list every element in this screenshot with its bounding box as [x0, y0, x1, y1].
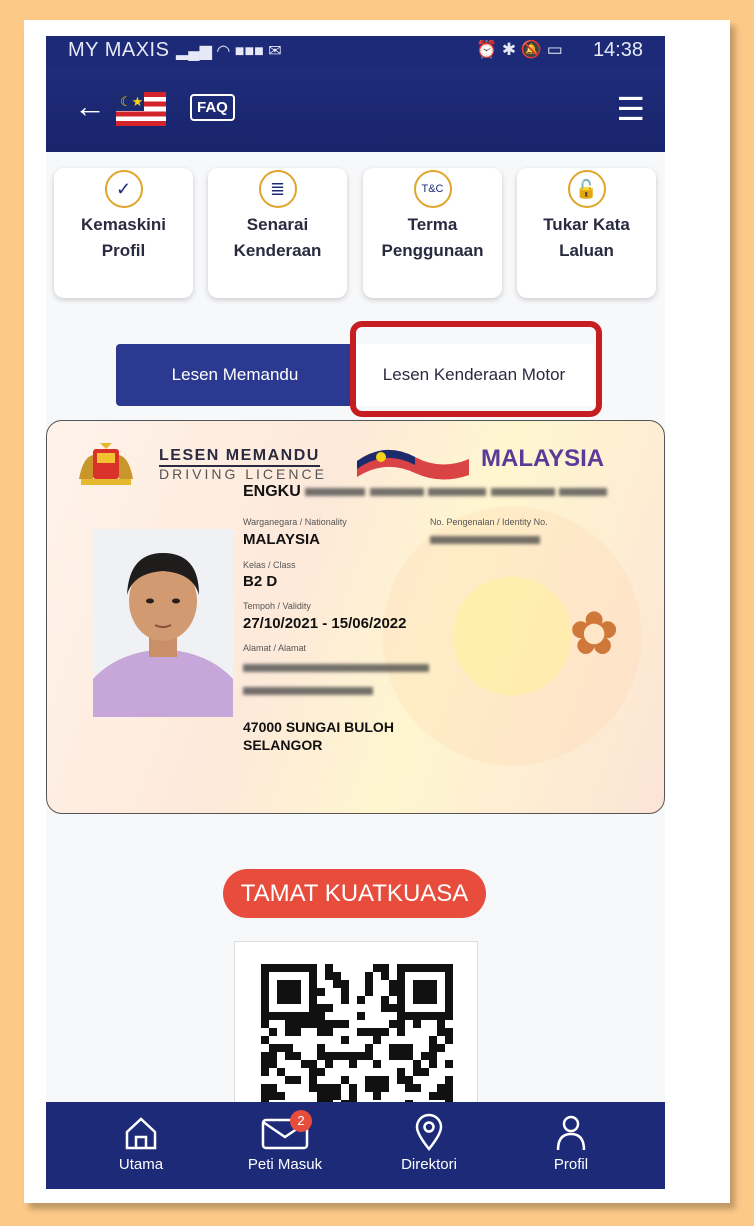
card-label: Tukar Kata Laluan	[543, 215, 630, 260]
nav-utama[interactable]: Utama	[64, 1102, 218, 1189]
mail-icon	[208, 1112, 362, 1156]
nav-label: Peti Masuk	[247, 1156, 323, 1173]
signal-icon: ▂▄▆ ◠ ■■■ ✉	[176, 43, 282, 60]
identity-number-redacted	[430, 536, 540, 544]
app-bar: ← ☾★ FAQ ☰	[46, 68, 665, 152]
nav-label: Profil	[553, 1156, 589, 1173]
licence-title: LESEN MEMANDU	[159, 447, 320, 467]
holder-name: ENGKU	[243, 483, 608, 501]
address-state: SELANGOR	[243, 737, 323, 753]
location-pin-icon	[352, 1112, 506, 1156]
address-postcode-city: 47000 SUNGAI BULOH	[243, 719, 394, 735]
validity-value: 27/10/2021 - 15/06/2022	[243, 615, 407, 632]
country-label: MALAYSIA	[481, 445, 605, 472]
qr-code	[234, 941, 478, 1156]
hamburger-menu-icon[interactable]: ☰	[616, 90, 645, 128]
phone-screen: MY MAXIS ▂▄▆ ◠ ■■■ ✉ ⏰ ✱ 🔕 ▭ 14:38 ← ☾★ …	[46, 36, 665, 1189]
nav-label: Utama	[118, 1156, 164, 1173]
address-label: Alamat / Alamat	[243, 643, 307, 653]
driving-licence-card: LESEN MEMANDU DRIVING LICENCE MALAYSIA E…	[46, 420, 665, 814]
holder-photo	[93, 529, 233, 717]
card-label: Senarai Kenderaan	[233, 215, 322, 260]
back-arrow-icon[interactable]: ←	[74, 88, 106, 125]
card-kemaskini-profil[interactable]: ✓ Kemaskini Profil	[54, 168, 193, 298]
status-badge: TAMAT KUATKUASA	[223, 869, 486, 918]
nav-label: Direktori	[401, 1156, 457, 1173]
class-label: Kelas / Class	[243, 560, 296, 570]
clock: 14:38	[592, 39, 643, 61]
terms-clipboard-icon: T&C	[413, 170, 452, 208]
check-badge-icon: ✓	[104, 170, 143, 208]
address-line-redacted	[243, 687, 373, 695]
unread-count-badge: 2	[290, 1110, 312, 1132]
card-label: Kemaskini Profil	[80, 215, 167, 260]
class-value: B2 D	[243, 573, 278, 590]
malaysia-flag-icon[interactable]: ☾★	[116, 92, 166, 126]
nav-profil[interactable]: Profil	[494, 1102, 648, 1189]
card-tukar-kata-laluan[interactable]: 🔓 Tukar Kata Laluan	[517, 168, 656, 298]
address-line-redacted	[243, 664, 429, 672]
annotation-highlight-box	[350, 321, 602, 417]
card-terma-penggunaan[interactable]: T&C Terma Penggunaan	[363, 168, 502, 298]
card-senarai-kenderaan[interactable]: ≣ Senarai Kenderaan	[208, 168, 347, 298]
status-bar: MY MAXIS ▂▄▆ ◠ ■■■ ✉ ⏰ ✱ 🔕 ▭ 14:38	[46, 36, 665, 68]
card-label: Terma Penggunaan	[381, 215, 484, 260]
waving-flag-icon	[357, 449, 469, 480]
nav-direktori[interactable]: Direktori	[352, 1102, 506, 1189]
bottom-navigation: Utama 2 Peti Masuk Direktori Profil	[46, 1102, 665, 1189]
carrier-label: MY MAXIS	[68, 39, 170, 61]
nationality-value: MALAYSIA	[243, 531, 320, 548]
alarm-icon: ⏰ ✱ 🔕 ▭	[476, 40, 563, 59]
coat-of-arms-icon	[79, 443, 133, 485]
lock-icon: 🔓	[567, 170, 606, 208]
home-icon	[64, 1112, 218, 1156]
tab-lesen-memandu[interactable]: Lesen Memandu	[116, 344, 354, 406]
faq-button[interactable]: FAQ	[190, 94, 235, 121]
validity-label: Tempoh / Validity	[243, 601, 311, 611]
nationality-label: Warganegara / Nationality	[243, 517, 347, 527]
list-icon: ≣	[258, 170, 297, 208]
hibiscus-icon: ✿	[569, 600, 620, 667]
identity-label: No. Pengenalan / Identity No.	[430, 517, 548, 527]
licence-subtitle: DRIVING LICENCE	[159, 466, 327, 482]
nav-peti-masuk[interactable]: 2 Peti Masuk	[208, 1102, 362, 1189]
user-icon	[494, 1112, 648, 1156]
